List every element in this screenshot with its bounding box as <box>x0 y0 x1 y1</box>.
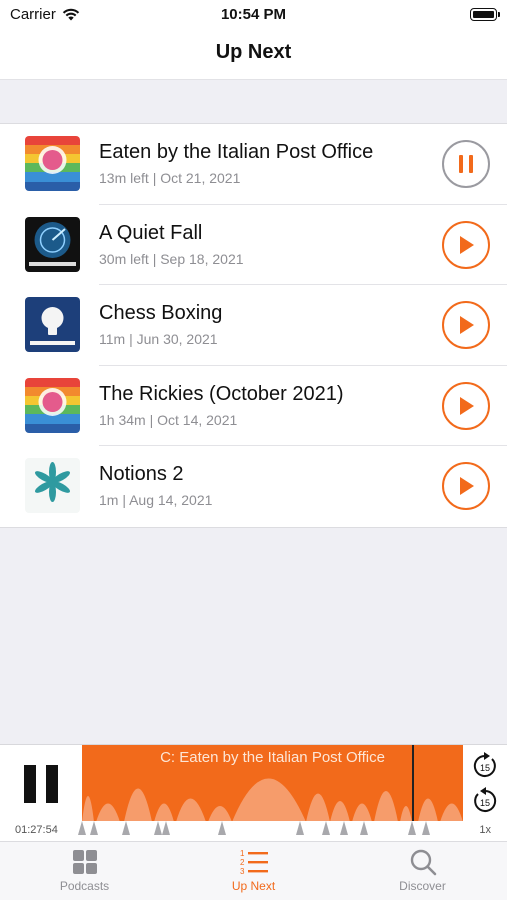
finding-fresh-artwork <box>25 458 80 513</box>
chapter-marker <box>154 821 162 835</box>
waveform-scrubber[interactable]: C: Eaten by the Italian Post Office <box>82 745 463 822</box>
navigation-bar: Up Next <box>0 30 507 80</box>
up-next-list: Eaten by the Italian Post Office 13m lef… <box>0 123 507 528</box>
tab-label: Up Next <box>231 879 276 893</box>
episode-meta: 30m left | Sep 18, 2021 <box>99 250 244 267</box>
tab-discover[interactable]: Discover <box>338 842 507 900</box>
tab-podcasts[interactable]: Podcasts <box>0 842 169 900</box>
episode-title: Chess Boxing <box>99 302 223 324</box>
play-button[interactable] <box>442 381 490 430</box>
list-item[interactable]: The Rickies (October 2021) 1h 34m | Oct … <box>0 366 507 446</box>
chapter-marker <box>90 821 98 835</box>
chapter-marker <box>422 821 430 835</box>
search-icon <box>410 849 436 876</box>
chapter-marker <box>78 821 86 835</box>
ungeniused-artwork <box>25 297 80 352</box>
status-bar: Carrier 10:54 PM <box>0 0 507 30</box>
svg-text:3: 3 <box>240 867 245 876</box>
connected-artwork <box>25 377 80 433</box>
chapter-marker <box>340 821 348 835</box>
pause-button[interactable] <box>442 140 490 188</box>
play-icon <box>460 477 474 495</box>
chapter-marker <box>296 821 304 835</box>
play-button[interactable] <box>442 301 490 349</box>
numbered-list-icon: 1 2 3 <box>240 849 268 876</box>
play-button[interactable] <box>442 462 490 510</box>
list-item[interactable]: A Quiet Fall 30m left | Sep 18, 2021 <box>0 205 507 285</box>
tab-label: Discover <box>399 879 446 893</box>
episode-meta: 1m | Aug 14, 2021 <box>99 492 213 508</box>
chapter-marker <box>408 821 416 835</box>
episode-meta: 1h 34m | Oct 14, 2021 <box>99 411 238 428</box>
list-item[interactable]: Eaten by the Italian Post Office 13m lef… <box>0 124 507 205</box>
skip-back-icon[interactable]: 15 <box>470 786 500 816</box>
battery-icon <box>470 8 500 21</box>
play-icon <box>460 396 474 415</box>
episode-meta: 13m left | Oct 21, 2021 <box>99 170 241 186</box>
play-button[interactable] <box>442 220 490 269</box>
pause-icon <box>24 764 58 803</box>
chapter-marker <box>122 821 130 835</box>
episode-meta: 11m | Jun 30, 2021 <box>99 331 218 347</box>
chapter-marker <box>360 821 368 835</box>
play-icon <box>460 235 474 254</box>
list-item[interactable]: Notions 2 1m | Aug 14, 2021 <box>0 446 507 527</box>
pause-icon <box>459 155 473 173</box>
playhead <box>412 745 414 822</box>
episode-title: Notions 2 <box>99 463 184 485</box>
under-the-radar-artwork <box>25 216 80 272</box>
player-pause-button[interactable] <box>0 745 82 822</box>
mini-player: C: Eaten by the Italian Post Office 15 1… <box>0 744 507 822</box>
tab-up-next[interactable]: 1 2 3 Up Next <box>169 842 338 900</box>
chapter-marker <box>218 821 226 835</box>
chapter-marker <box>322 821 330 835</box>
episode-title: A Quiet Fall <box>99 221 203 244</box>
tab-label: Podcasts <box>59 879 110 893</box>
episode-title: The Rickies (October 2021) <box>99 382 344 405</box>
page-title: Up Next <box>215 41 292 63</box>
connected-artwork <box>25 136 80 191</box>
grid-icon <box>72 850 97 874</box>
tab-bar: Podcasts 1 2 3 Up Next Discover <box>0 841 507 900</box>
skip-forward-label: 15 <box>480 763 490 773</box>
skip-forward-icon[interactable]: 15 <box>470 751 500 781</box>
timeline: 01:27:54 1x <box>0 821 507 841</box>
play-icon <box>460 316 474 334</box>
svg-text:2: 2 <box>240 858 245 867</box>
chapter-marker <box>162 821 170 835</box>
now-playing-title: C: Eaten by the Italian Post Office <box>160 749 385 766</box>
skip-controls: 15 15 <box>463 745 507 822</box>
svg-text:1: 1 <box>240 849 245 858</box>
skip-back-label: 15 <box>480 798 490 808</box>
playback-speed[interactable]: 1x <box>479 824 491 836</box>
episode-title: Eaten by the Italian Post Office <box>99 141 374 163</box>
elapsed-time: 01:27:54 <box>15 824 58 836</box>
clock: 10:54 PM <box>220 6 287 23</box>
list-item[interactable]: Chess Boxing 11m | Jun 30, 2021 <box>0 285 507 366</box>
